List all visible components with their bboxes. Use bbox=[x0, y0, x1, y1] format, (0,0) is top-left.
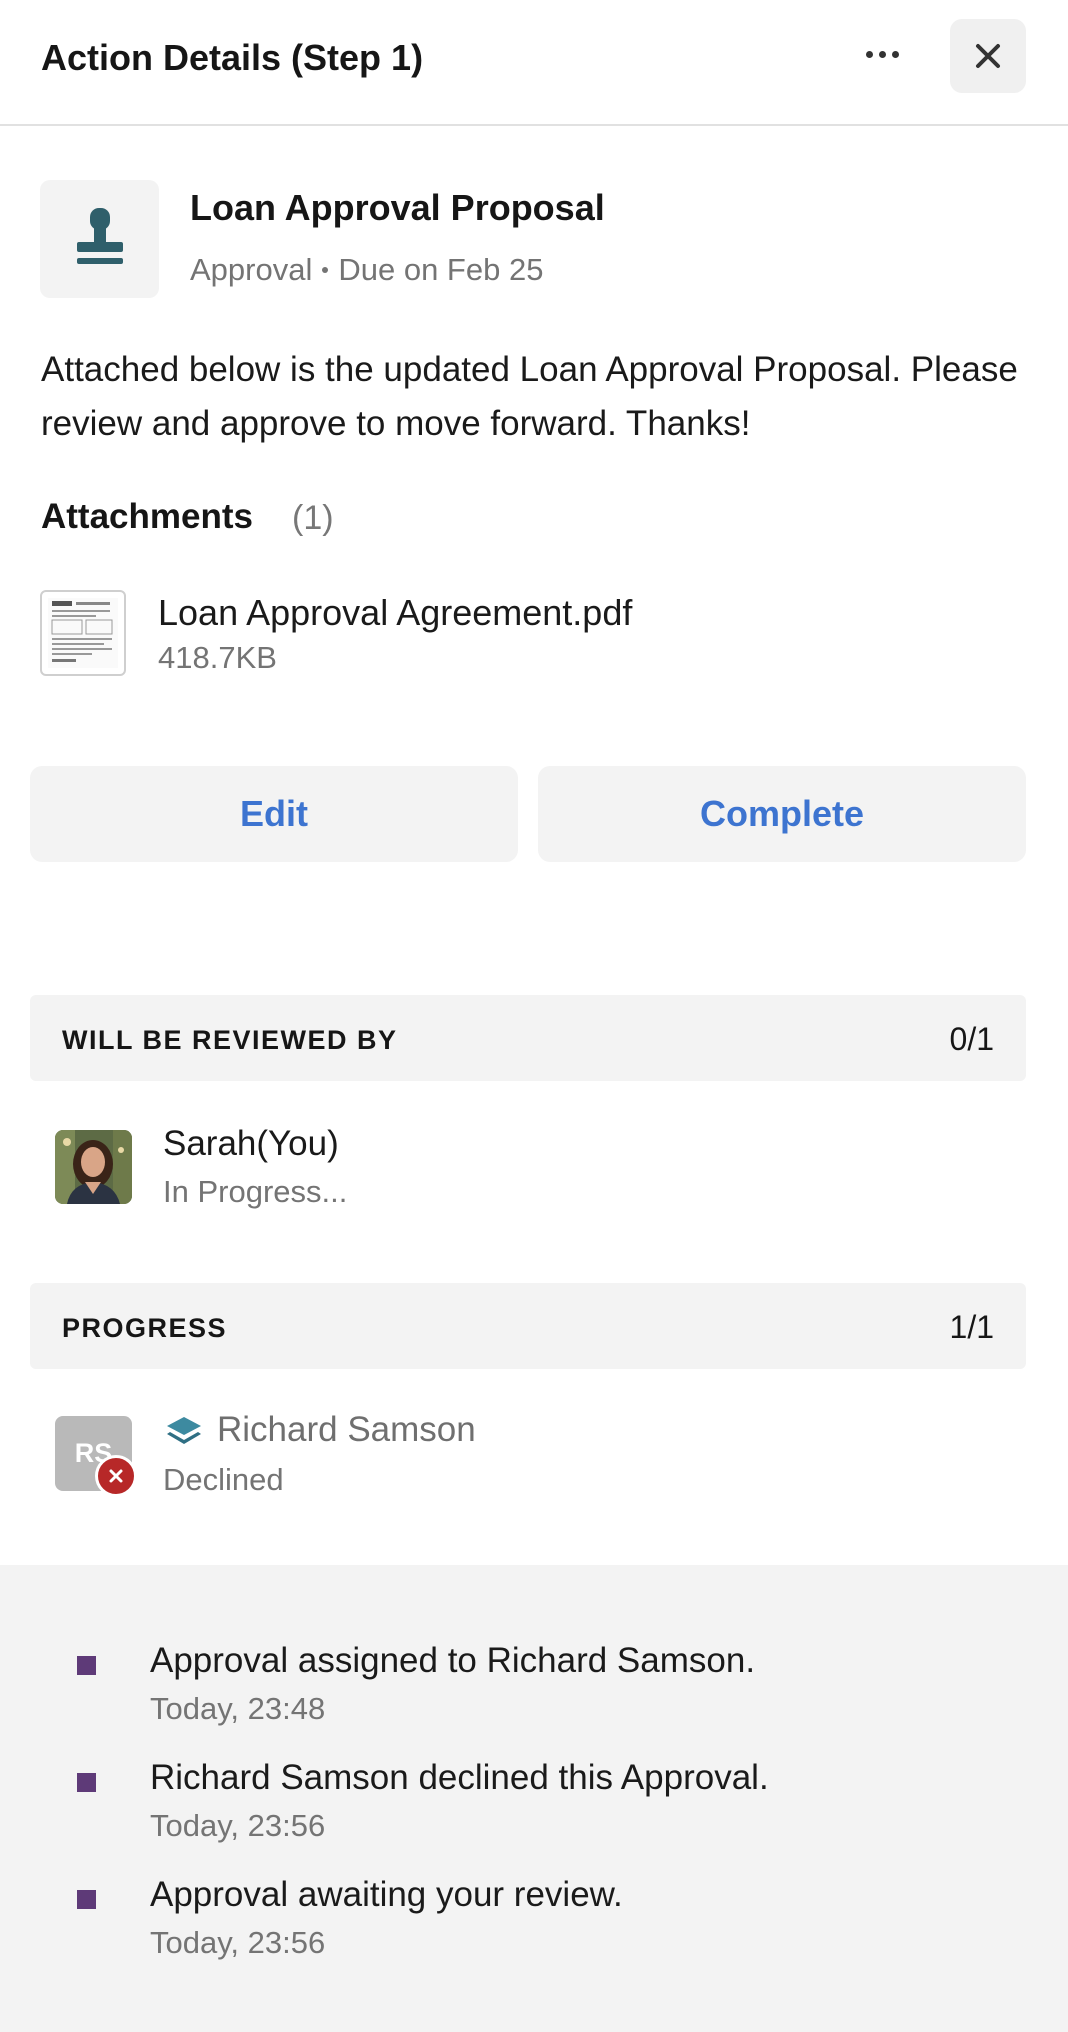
reviewers-section-label: WILL BE REVIEWED BY bbox=[62, 1025, 398, 1055]
attachments-heading: Attachments bbox=[41, 497, 253, 536]
task-meta: Approval Due on Feb 25 bbox=[190, 252, 543, 288]
task-due-date: Due on Feb 25 bbox=[338, 252, 544, 287]
activity-log: Approval assigned to Richard Samson. Tod… bbox=[0, 1565, 1068, 2032]
document-preview-icon bbox=[48, 598, 118, 668]
activity-text: Approval awaiting your review. bbox=[150, 1875, 623, 1914]
attachments-count: (1) bbox=[292, 499, 334, 537]
close-button[interactable] bbox=[950, 19, 1026, 93]
progress-section-header: PROGRESS 1/1 bbox=[30, 1283, 1026, 1369]
activity-timestamp: Today, 23:56 bbox=[150, 1808, 326, 1843]
meta-separator bbox=[322, 267, 329, 273]
more-horizontal-icon bbox=[865, 50, 873, 58]
complete-button[interactable]: Complete bbox=[538, 766, 1026, 862]
pdf-thumbnail[interactable] bbox=[40, 590, 126, 676]
user-photo-icon bbox=[55, 1130, 132, 1204]
attachment-file-size: 418.7KB bbox=[158, 640, 277, 675]
declined-x-icon bbox=[109, 1469, 123, 1483]
activity-timestamp: Today, 23:48 bbox=[150, 1691, 326, 1726]
reviewers-count: 0/1 bbox=[949, 1021, 994, 1057]
activity-bullet-icon bbox=[77, 1656, 96, 1675]
stamp-icon bbox=[76, 208, 123, 264]
task-title: Loan Approval Proposal bbox=[190, 187, 605, 228]
reviewers-section-header: WILL BE REVIEWED BY 0/1 bbox=[30, 995, 1026, 1081]
edit-button[interactable]: Edit bbox=[30, 766, 518, 862]
progress-person-name: Richard Samson bbox=[217, 1410, 476, 1449]
reviewer-name: Sarah(You) bbox=[163, 1124, 339, 1163]
activity-bullet-icon bbox=[77, 1773, 96, 1792]
task-type: Approval bbox=[190, 252, 313, 287]
declined-badge bbox=[95, 1455, 137, 1497]
activity-text: Approval assigned to Richard Samson. bbox=[150, 1641, 756, 1680]
panel-header: Action Details (Step 1) bbox=[0, 0, 1068, 126]
attachment-file-name[interactable]: Loan Approval Agreement.pdf bbox=[158, 592, 632, 634]
progress-section-label: PROGRESS bbox=[62, 1313, 228, 1343]
task-description: Attached below is the updated Loan Appro… bbox=[41, 350, 1018, 443]
progress-person-status: Declined bbox=[163, 1462, 284, 1497]
activity-bullet-icon bbox=[77, 1890, 96, 1909]
more-options-button[interactable] bbox=[850, 22, 914, 86]
task-type-icon-box bbox=[40, 180, 159, 298]
reviewer-status: In Progress... bbox=[163, 1174, 348, 1209]
progress-count: 1/1 bbox=[949, 1309, 994, 1345]
panel-title: Action Details (Step 1) bbox=[41, 37, 424, 78]
layers-icon bbox=[167, 1417, 201, 1444]
close-icon bbox=[976, 44, 1000, 68]
avatar bbox=[55, 1130, 132, 1204]
activity-text: Richard Samson declined this Approval. bbox=[150, 1758, 769, 1797]
activity-timestamp: Today, 23:56 bbox=[150, 1925, 326, 1960]
